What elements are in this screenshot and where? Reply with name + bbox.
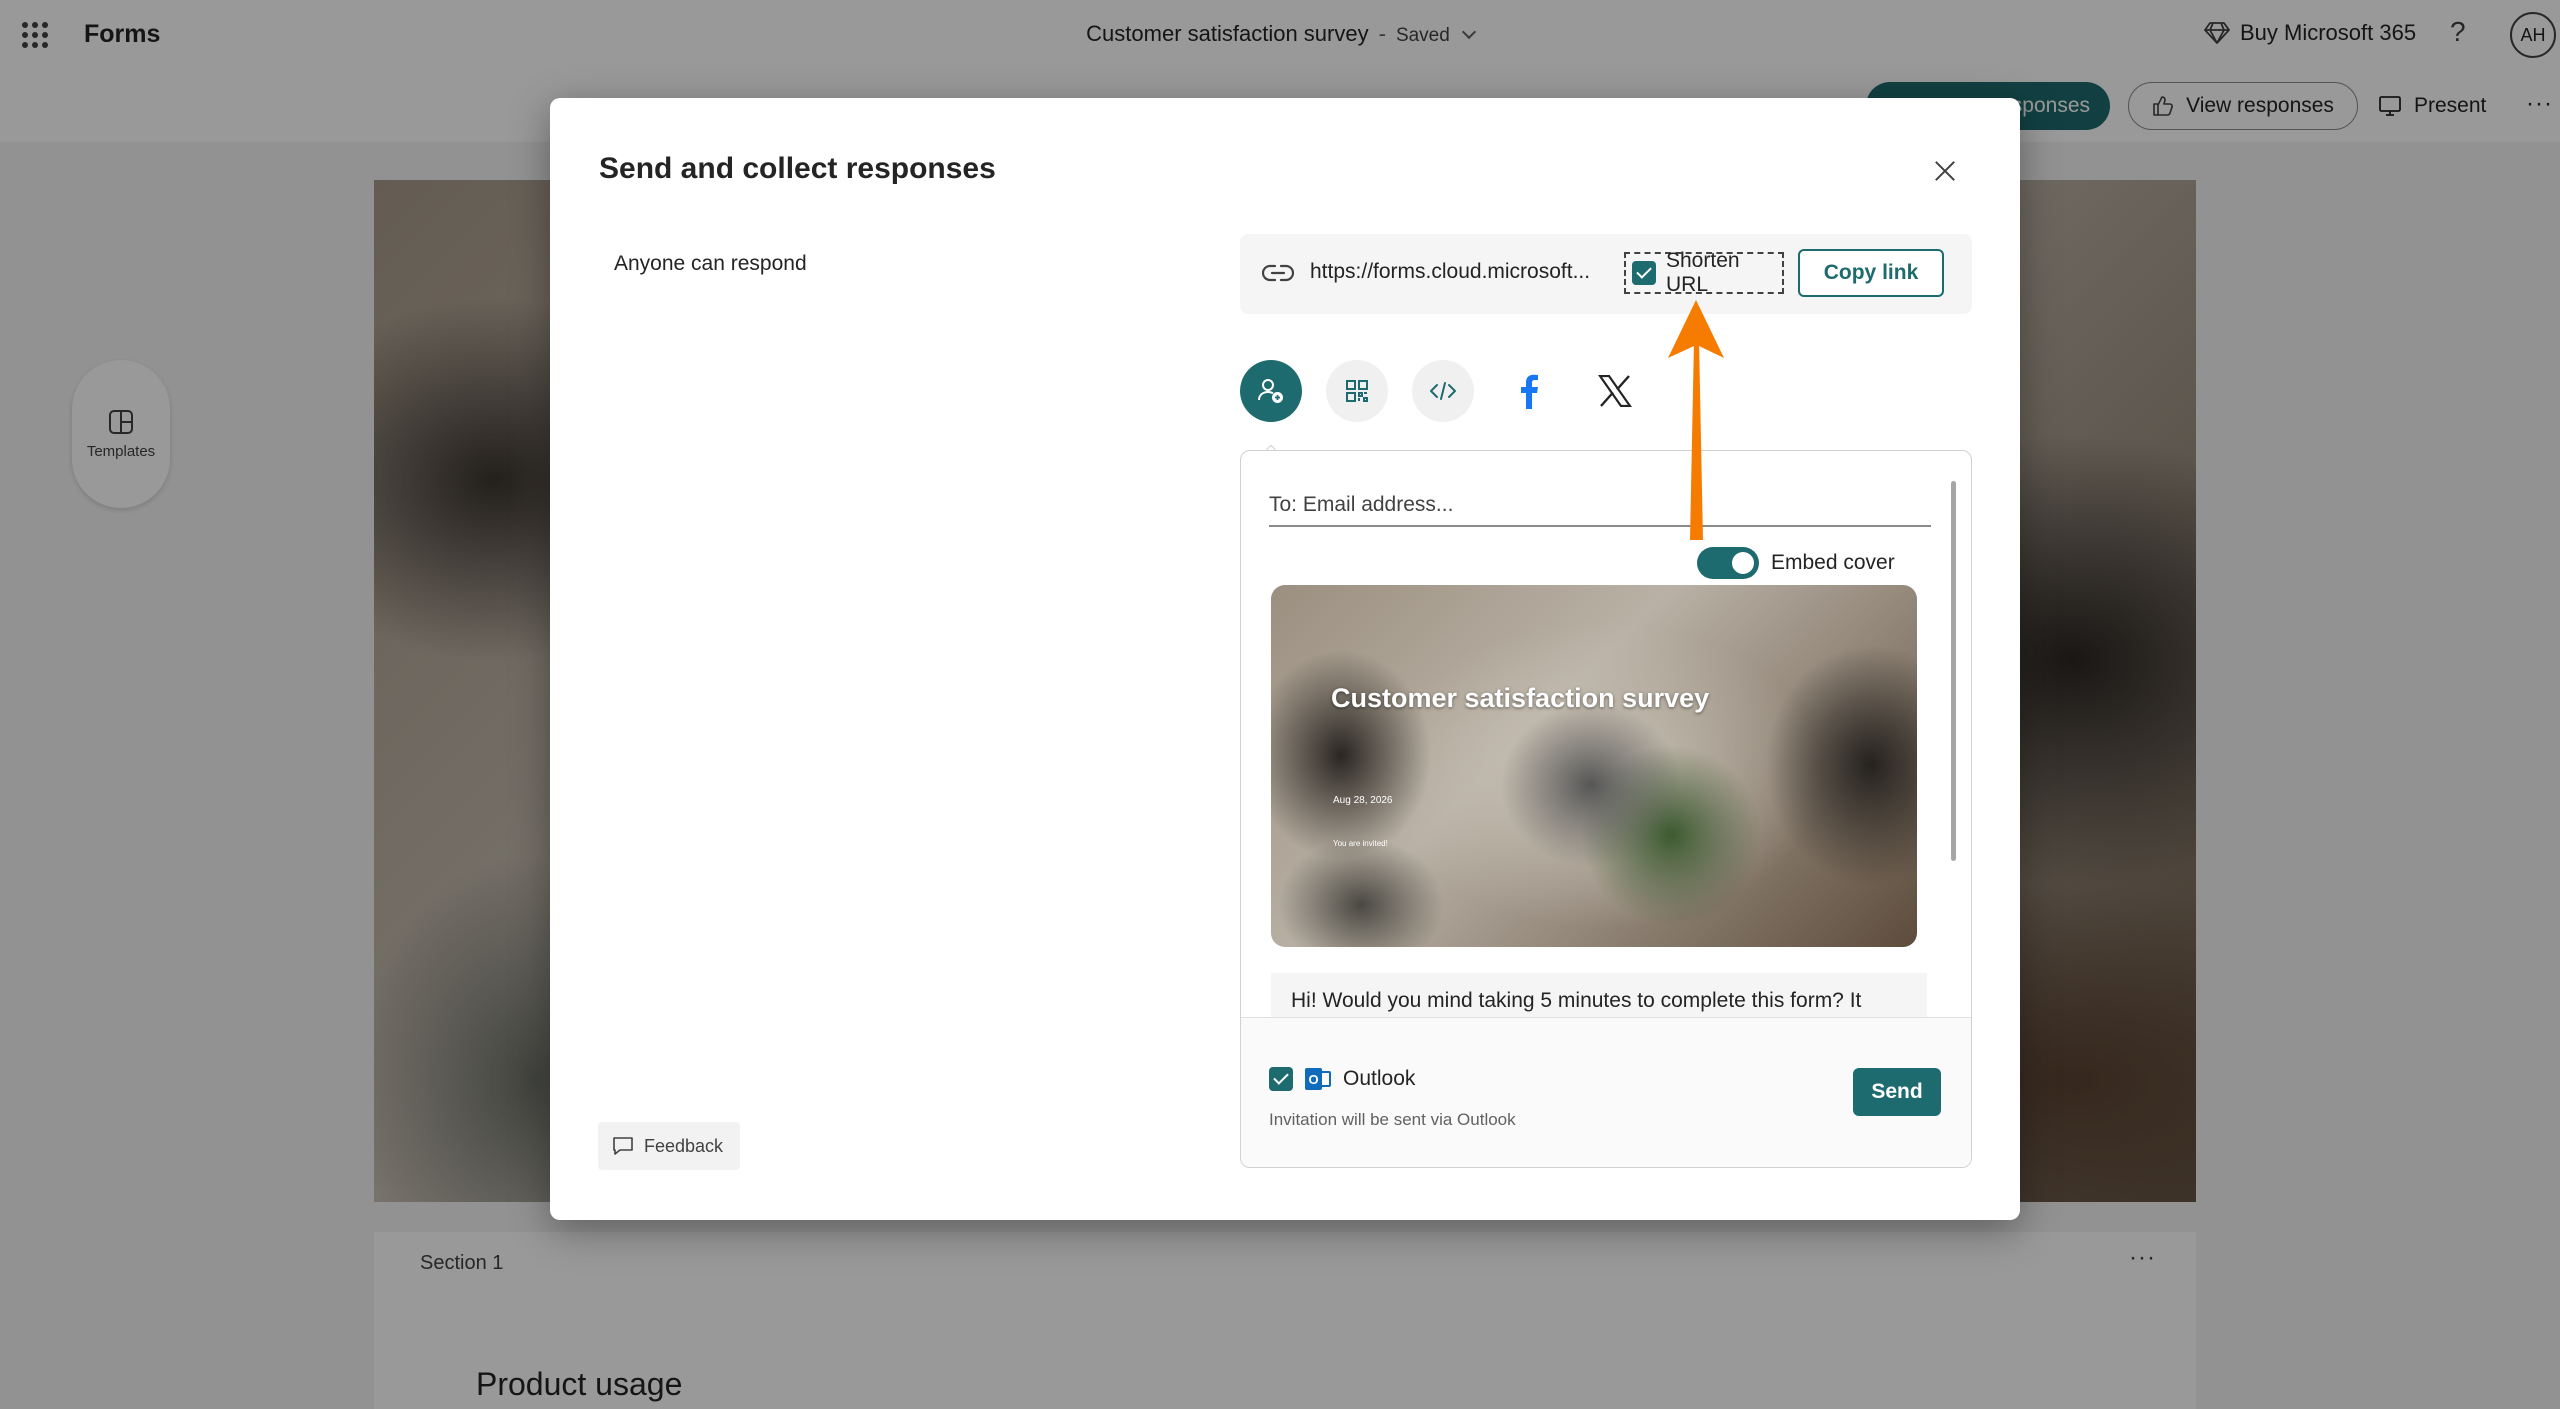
form-url[interactable]: https://forms.cloud.microsoft... [1310, 260, 1600, 284]
email-address-input[interactable]: To: Email address... [1269, 487, 1931, 527]
x-twitter-icon [1598, 375, 1632, 407]
comment-icon [613, 1137, 633, 1155]
email-cover-preview: Customer satisfaction survey Aug 28, 202… [1271, 585, 1917, 947]
send-dialog: Send and collect responses Anyone can re… [550, 98, 2020, 1220]
embed-cover-label: Embed cover [1771, 551, 1895, 574]
share-invite-button[interactable] [1240, 360, 1302, 422]
preview-title: Customer satisfaction survey [1331, 683, 1710, 713]
email-invite-panel: To: Email address... Embed cover Custome… [1240, 450, 1972, 1168]
shorten-url-checkbox[interactable]: Shorten URL [1624, 249, 1784, 296]
permission-setting[interactable]: Anyone can respond [614, 252, 807, 276]
feedback-button[interactable]: Feedback [598, 1122, 740, 1170]
people-invite-icon [1258, 379, 1283, 403]
embed-code-icon [1430, 382, 1456, 400]
close-icon[interactable] [1930, 156, 1960, 186]
outlook-label: Outlook [1343, 1067, 1416, 1090]
embed-cover-toggle[interactable]: Embed cover [1697, 547, 1895, 579]
link-icon [1262, 264, 1294, 282]
outlook-checkbox[interactable] [1269, 1067, 1293, 1091]
checkbox-checked-icon [1632, 261, 1656, 285]
share-link-row: https://forms.cloud.microsoft... Shorten… [1240, 234, 1972, 314]
shorten-url-label: Shorten URL [1666, 249, 1740, 296]
preview-invite: You are invited! [1333, 839, 1388, 848]
share-x-button[interactable] [1584, 360, 1646, 422]
share-embed-button[interactable] [1412, 360, 1474, 422]
facebook-icon [1521, 374, 1538, 409]
outlook-option[interactable]: O Outlook [1269, 1066, 1415, 1092]
copy-link-button[interactable]: Copy link [1798, 249, 1944, 297]
preview-date: Aug 28, 2026 [1333, 795, 1393, 806]
feedback-label: Feedback [644, 1135, 724, 1156]
email-panel-footer: O Outlook Invitation will be sent via Ou… [1241, 1017, 1971, 1167]
dialog-title: Send and collect responses [599, 152, 996, 185]
outlook-note: Invitation will be sent via Outlook [1269, 1110, 1516, 1129]
share-facebook-button[interactable] [1498, 360, 1560, 422]
panel-scrollbar[interactable] [1951, 481, 1956, 861]
share-qr-button[interactable] [1326, 360, 1388, 422]
send-button[interactable]: Send [1853, 1068, 1941, 1116]
toggle-switch-on[interactable] [1697, 547, 1759, 579]
qr-code-icon [1346, 380, 1368, 402]
outlook-icon: O [1305, 1066, 1331, 1092]
